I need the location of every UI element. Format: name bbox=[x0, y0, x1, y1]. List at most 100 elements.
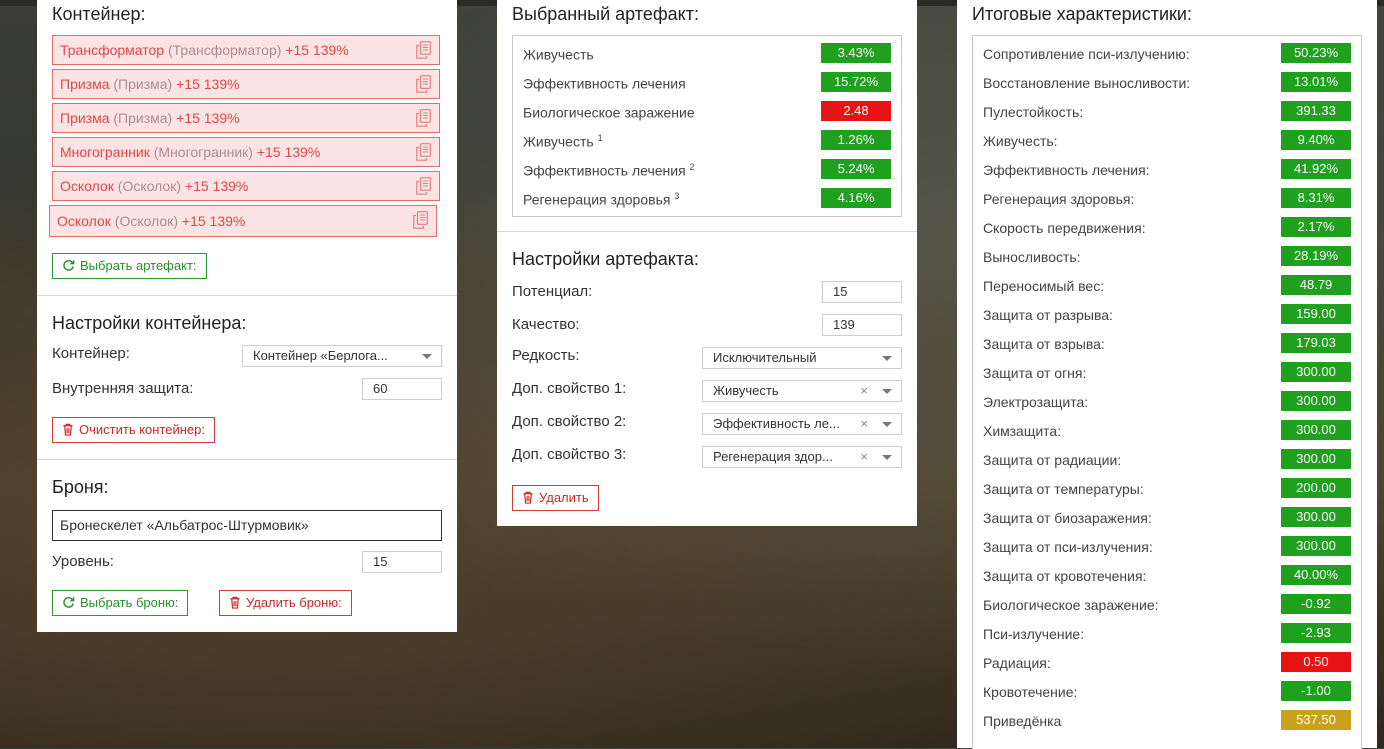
rarity-select[interactable]: Исключительный bbox=[702, 347, 902, 369]
divider bbox=[37, 295, 457, 296]
delete-armor-button[interactable]: Удалить броню: bbox=[219, 590, 352, 616]
artifact-item[interactable]: Призма (Призма) +15 139% bbox=[52, 69, 440, 99]
select-artifact-label: Выбрать артефакт: bbox=[80, 258, 197, 273]
copy-icon[interactable] bbox=[416, 177, 431, 195]
delete-artifact-button[interactable]: Удалить bbox=[512, 485, 599, 511]
artifact-bonus: +15 139% bbox=[285, 42, 349, 58]
divider bbox=[497, 231, 917, 232]
trash-icon bbox=[523, 491, 533, 504]
delete-artifact-label: Удалить bbox=[539, 490, 589, 505]
total-stat-row: Живучесть: 9.40% bbox=[973, 126, 1361, 155]
select-artifact-button[interactable]: Выбрать артефакт: bbox=[52, 253, 207, 279]
stat-row: Живучесть 3.43% bbox=[513, 39, 901, 68]
total-stat-row: Защита от огня: 300.00 bbox=[973, 358, 1361, 387]
artifact-item[interactable]: Призма (Призма) +15 139% bbox=[52, 103, 440, 133]
select-armor-label: Выбрать броню: bbox=[80, 595, 179, 610]
select-armor-button[interactable]: Выбрать броню: bbox=[52, 590, 189, 616]
artifact-item[interactable]: Многогранник (Многогранник) +15 139% bbox=[52, 137, 440, 167]
copy-icon[interactable] bbox=[416, 41, 431, 59]
artifact-item[interactable]: Трансформатор (Трансформатор) +15 139% bbox=[52, 35, 440, 65]
total-stat-label: Эффективность лечения: bbox=[983, 162, 1150, 178]
total-stat-value: 13.01% bbox=[1281, 72, 1351, 92]
copy-icon[interactable] bbox=[416, 109, 431, 127]
total-stat-row: Биологическое заражение: -0.92 bbox=[973, 590, 1361, 619]
extra-property-3-select[interactable]: Регенерация здор... × bbox=[702, 446, 902, 468]
quality-label: Качество: bbox=[512, 316, 580, 333]
total-stat-label: Биологическое заражение: bbox=[983, 597, 1159, 613]
rarity-select-value: Исключительный bbox=[713, 350, 817, 365]
copy-icon[interactable] bbox=[416, 143, 431, 161]
stat-value: 4.16% bbox=[821, 188, 891, 208]
chevron-down-icon bbox=[882, 455, 892, 460]
artifact-type: (Многогранник) bbox=[153, 144, 253, 160]
refresh-icon bbox=[63, 260, 75, 271]
stat-label: Биологическое заражение bbox=[523, 104, 695, 121]
artifact-type: (Призма) bbox=[113, 76, 173, 92]
total-stat-label: Защита от огня: bbox=[983, 365, 1087, 381]
rarity-label: Редкость: bbox=[512, 347, 580, 364]
total-stat-row: Химзащита: 300.00 bbox=[973, 416, 1361, 445]
total-stat-row: Радиация: 0.50 bbox=[973, 648, 1361, 677]
stat-value: 15.72% bbox=[821, 72, 891, 92]
chevron-down-icon bbox=[882, 422, 892, 427]
stat-label: Эффективность лечения bbox=[523, 75, 686, 92]
artifact-bonus: +15 139% bbox=[181, 213, 246, 229]
total-stat-row: Переносимый вес: 48.79 bbox=[973, 271, 1361, 300]
extra-property-1-select[interactable]: Живучесть × bbox=[702, 380, 902, 402]
copy-icon[interactable] bbox=[416, 75, 431, 93]
total-stat-value: 300.00 bbox=[1281, 449, 1351, 469]
total-stat-value: 300.00 bbox=[1281, 362, 1351, 382]
total-stat-value: 300.00 bbox=[1281, 420, 1351, 440]
level-input[interactable]: 15 bbox=[362, 551, 442, 573]
artifact-bonus: +15 139% bbox=[184, 178, 249, 194]
potential-input[interactable]: 15 bbox=[822, 281, 902, 303]
artifact-settings-title: Настройки артефакта: bbox=[512, 249, 699, 269]
armor-field[interactable]: Бронескелет «Альбатрос-Штурмовик» bbox=[52, 510, 442, 541]
artifact-bonus: +15 139% bbox=[256, 144, 321, 160]
total-stat-row: Защита от разрыва: 159.00 bbox=[973, 300, 1361, 329]
clear-icon[interactable]: × bbox=[860, 414, 868, 434]
total-stat-value: 300.00 bbox=[1281, 536, 1351, 556]
total-stat-label: Сопротивление пси-излучению: bbox=[983, 46, 1190, 62]
container-select[interactable]: Контейнер «Берлога... bbox=[242, 345, 442, 367]
stat-row: Регенерация здоровья 3 4.16% bbox=[513, 184, 901, 213]
total-stat-value: 159.00 bbox=[1281, 304, 1351, 324]
total-stat-label: Пулестойкость: bbox=[983, 104, 1084, 120]
artifact-panel: Выбранный артефакт: Живучесть 3.43% Эффек… bbox=[497, 0, 917, 526]
stat-label: Эффективность лечения 2 bbox=[523, 162, 695, 179]
clear-container-button[interactable]: Очистить контейнер: bbox=[52, 417, 215, 443]
total-stat-value: -0.92 bbox=[1281, 594, 1351, 614]
total-stat-label: Кровотечение: bbox=[983, 684, 1078, 700]
extra-property-1-value: Живучесть bbox=[713, 383, 779, 398]
total-stat-label: Электрозащита: bbox=[983, 394, 1089, 410]
stat-value: 2.48 bbox=[821, 101, 891, 121]
armor-title: Броня: bbox=[52, 477, 109, 497]
total-stat-label: Защита от радиации: bbox=[983, 452, 1122, 468]
extra-property-2-select[interactable]: Эффективность ле... × bbox=[702, 413, 902, 435]
artifact-type: (Осколок) bbox=[117, 178, 181, 194]
selected-artifact-stats: Живучесть 3.43% Эффективность лечения 15.… bbox=[512, 35, 902, 217]
artifact-name: Многогранник bbox=[60, 144, 150, 160]
copy-icon[interactable] bbox=[413, 211, 428, 229]
artifact-item[interactable]: Осколок (Осколок) +15 139% bbox=[49, 205, 437, 237]
extra-property-2-label: Доп. свойство 2: bbox=[512, 413, 627, 430]
stat-label: Живучесть bbox=[523, 46, 594, 63]
total-stat-value: 41.92% bbox=[1281, 159, 1351, 179]
total-stat-label: Выносливость: bbox=[983, 249, 1081, 265]
clear-icon[interactable]: × bbox=[860, 381, 868, 401]
quality-input[interactable]: 139 bbox=[822, 314, 902, 336]
artifact-item[interactable]: Осколок (Осколок) +15 139% bbox=[52, 171, 440, 201]
total-stat-value: 28.19% bbox=[1281, 246, 1351, 266]
total-stat-row: Пулестойкость: 391.33 bbox=[973, 97, 1361, 126]
total-stat-label: Скорость передвижения: bbox=[983, 220, 1146, 236]
clear-container-label: Очистить контейнер: bbox=[79, 422, 205, 437]
clear-icon[interactable]: × bbox=[860, 447, 868, 467]
inner-protection-input[interactable]: 60 bbox=[362, 378, 442, 400]
artifact-name: Призма bbox=[60, 76, 110, 92]
total-stat-row: Защита от кровотечения: 40.00% bbox=[973, 561, 1361, 590]
artifact-name: Призма bbox=[60, 110, 110, 126]
total-stat-row: Скорость передвижения: 2.17% bbox=[973, 213, 1361, 242]
total-stat-value: 300.00 bbox=[1281, 391, 1351, 411]
container-select-value: Контейнер «Берлога... bbox=[253, 348, 388, 363]
total-stat-row: Эффективность лечения: 41.92% bbox=[973, 155, 1361, 184]
